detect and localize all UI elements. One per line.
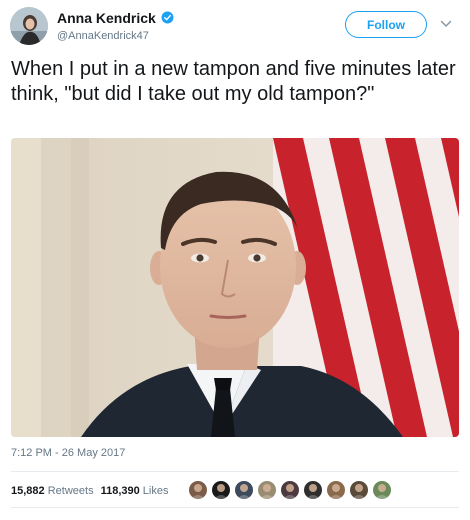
liker-avatar-6[interactable] (304, 481, 322, 499)
liker-avatar-2[interactable] (212, 481, 230, 499)
tweet-photo[interactable] (11, 138, 459, 437)
tweet-stats: 15,882 Retweets 118,390 Likes (11, 485, 168, 497)
retweets-stat[interactable]: 15,882 Retweets (11, 485, 94, 497)
retweets-label: Retweets (47, 485, 94, 497)
liker-avatar-4[interactable] (258, 481, 276, 499)
divider-bottom (11, 507, 459, 508)
author-avatar-image (10, 7, 48, 45)
tweet-timestamp[interactable]: 7:12 PM - 26 May 2017 (11, 447, 125, 459)
liker-avatar-5[interactable] (281, 481, 299, 499)
chevron-down-icon[interactable] (440, 18, 452, 30)
tweet-card: Anna Kendrick @AnnaKendrick47 Follow Whe… (0, 0, 470, 520)
liker-avatar-8[interactable] (350, 481, 368, 499)
retweets-count: 15,882 (11, 485, 45, 497)
tweet-text: When I put in a new tampon and five minu… (11, 58, 456, 105)
likes-count: 118,390 (100, 485, 140, 497)
likes-stat[interactable]: 118,390 Likes (101, 485, 169, 497)
liker-avatar-9[interactable] (373, 481, 391, 499)
author-handle[interactable]: @AnnaKendrick47 (57, 30, 149, 42)
author-avatar[interactable] (10, 7, 48, 45)
likes-label: Likes (142, 485, 169, 497)
liker-avatar-1[interactable] (189, 481, 207, 499)
liker-avatar-3[interactable] (235, 481, 253, 499)
follow-button[interactable]: Follow (345, 11, 427, 38)
author-display-name[interactable]: Anna Kendrick (57, 10, 156, 26)
liker-avatar-7[interactable] (327, 481, 345, 499)
verified-badge-icon (161, 11, 174, 24)
divider (11, 471, 459, 472)
photo-illustration (11, 138, 459, 437)
likers-avatars (189, 481, 391, 499)
